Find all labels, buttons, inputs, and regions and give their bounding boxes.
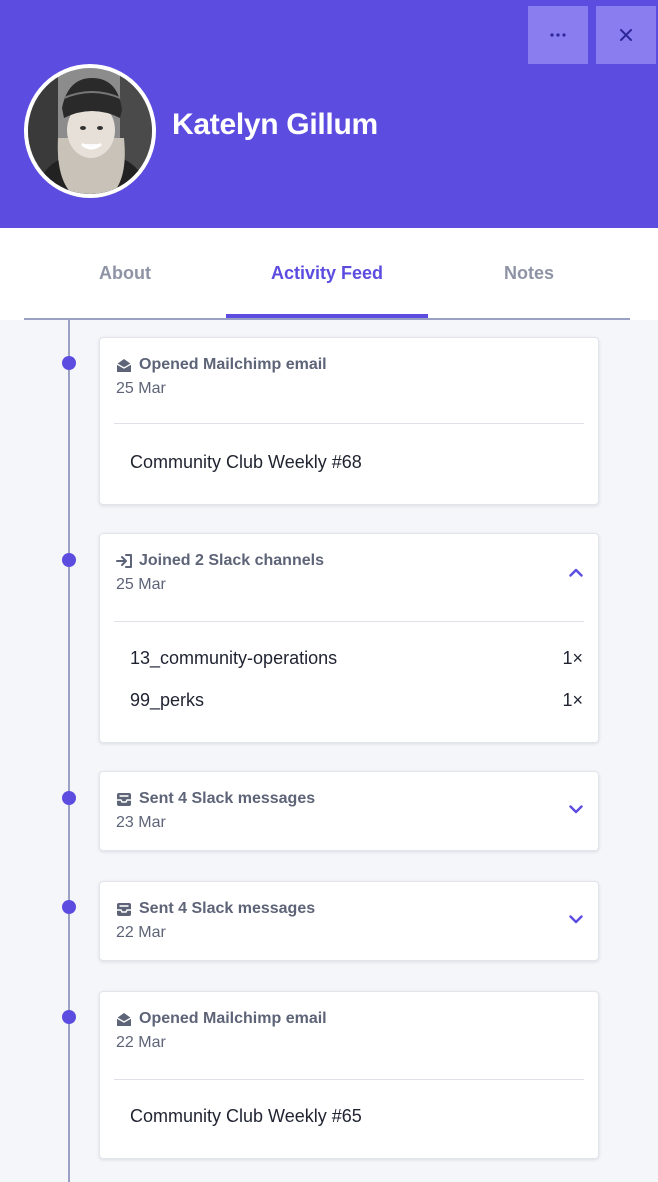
card-divider bbox=[114, 621, 584, 622]
tab-divider bbox=[24, 318, 630, 320]
profile-name: Katelyn Gillum bbox=[172, 108, 378, 141]
timeline-dot bbox=[62, 356, 76, 370]
timeline-dot bbox=[62, 553, 76, 567]
activity-title: Opened Mailchimp email bbox=[139, 356, 327, 373]
sign-in-icon bbox=[116, 554, 132, 568]
activity-title: Joined 2 Slack channels bbox=[139, 552, 324, 569]
ellipsis-icon bbox=[550, 33, 566, 37]
close-button[interactable] bbox=[596, 6, 656, 64]
card-divider bbox=[114, 1079, 584, 1080]
channel-name: 99_perks bbox=[130, 690, 205, 710]
email-subject: Community Club Weekly #68 bbox=[130, 452, 362, 472]
channel-count: 1× bbox=[562, 648, 583, 668]
activity-date: 25 Mar bbox=[116, 576, 166, 593]
chevron-up-icon bbox=[569, 568, 583, 577]
channel-count: 1× bbox=[562, 690, 583, 710]
activity-title: Sent 4 Slack messages bbox=[139, 790, 316, 807]
timeline-dot bbox=[62, 791, 76, 805]
activity-card: Opened Mailchimp email 25 Mar Community … bbox=[99, 337, 599, 505]
expand-button[interactable] bbox=[562, 795, 590, 823]
activity-date: 22 Mar bbox=[116, 924, 166, 941]
timeline-dot bbox=[62, 1010, 76, 1024]
more-options-button[interactable] bbox=[528, 6, 588, 64]
collapse-button[interactable] bbox=[562, 558, 590, 586]
timeline-dot bbox=[62, 900, 76, 914]
activity-card: Joined 2 Slack channels 25 Mar 13_commun… bbox=[99, 533, 599, 743]
card-divider bbox=[114, 423, 584, 424]
chevron-down-icon bbox=[569, 804, 583, 813]
tab-about[interactable]: About bbox=[24, 228, 226, 318]
inbox-icon bbox=[117, 902, 131, 916]
envelope-open-icon bbox=[116, 358, 132, 372]
email-subject: Community Club Weekly #65 bbox=[130, 1106, 362, 1126]
tab-notes[interactable]: Notes bbox=[428, 228, 630, 318]
profile-header: Katelyn Gillum bbox=[0, 0, 658, 228]
activity-date: 22 Mar bbox=[116, 1034, 166, 1051]
activity-card: Sent 4 Slack messages 23 Mar bbox=[99, 771, 599, 851]
activity-title: Sent 4 Slack messages bbox=[139, 900, 316, 917]
inbox-icon bbox=[117, 792, 131, 806]
channel-name: 13_community-operations bbox=[130, 648, 338, 668]
chevron-down-icon bbox=[569, 914, 583, 923]
envelope-open-icon bbox=[116, 1012, 132, 1026]
activity-title: Opened Mailchimp email bbox=[139, 1010, 327, 1027]
tab-activity-feed[interactable]: Activity Feed bbox=[226, 228, 428, 318]
active-tab-indicator bbox=[226, 314, 428, 318]
close-icon bbox=[620, 29, 632, 41]
activity-card: Opened Mailchimp email 22 Mar Community … bbox=[99, 991, 599, 1159]
activity-date: 23 Mar bbox=[116, 814, 166, 831]
timeline-line bbox=[68, 320, 70, 1182]
activity-date: 25 Mar bbox=[116, 380, 166, 397]
avatar bbox=[24, 64, 156, 198]
tab-bar: About Activity Feed Notes bbox=[0, 228, 658, 320]
activity-card: Sent 4 Slack messages 22 Mar bbox=[99, 881, 599, 961]
expand-button[interactable] bbox=[562, 905, 590, 933]
